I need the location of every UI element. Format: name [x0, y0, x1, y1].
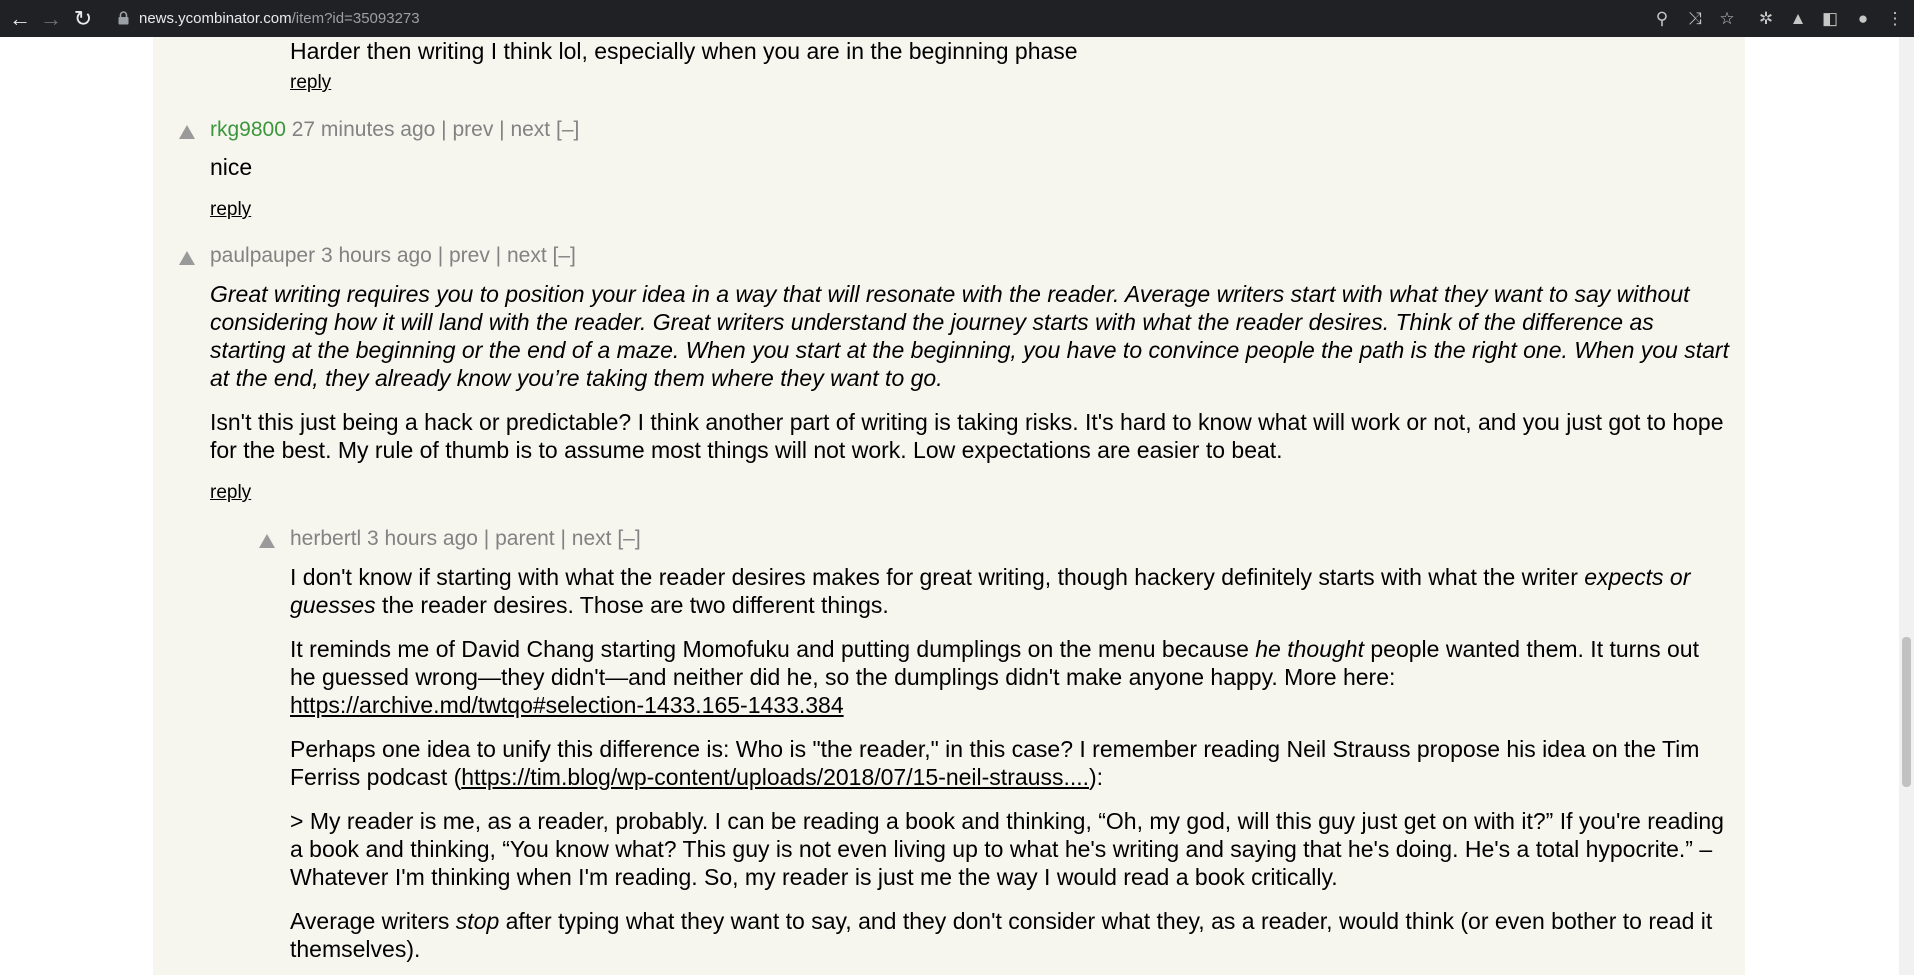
reply-link[interactable]: reply [210, 198, 251, 222]
text-span: I don't know if starting with what the r… [290, 564, 1585, 590]
text-span: the reader desires. Those are two differ… [375, 592, 889, 618]
comment-author[interactable]: paulpauper [210, 244, 315, 267]
parent-link[interactable]: parent [495, 527, 555, 550]
tim-blog-link[interactable]: https://tim.blog/wp-content/uploads/2018… [461, 764, 1089, 790]
comment-paragraph: I don't know if starting with what the r… [290, 563, 1729, 619]
comment-author[interactable]: rkg9800 [210, 118, 286, 141]
menu-kebab-icon[interactable]: ⋮ [1880, 0, 1910, 37]
lab-icon[interactable]: ▲ [1783, 0, 1813, 37]
scrollbar-thumb[interactable] [1902, 637, 1911, 787]
next-link[interactable]: next [507, 244, 547, 267]
text-span: after typing what they want to say, and … [290, 908, 1713, 962]
url-host: news.ycombinator.com [139, 10, 292, 27]
upvote-arrow-icon[interactable] [179, 125, 195, 139]
page-scrollbar[interactable] [1899, 37, 1914, 975]
comment-age[interactable]: 27 minutes ago [292, 118, 436, 141]
archive-link[interactable]: https://archive.md/twtqo#selection-1433.… [290, 692, 844, 718]
text-span: It reminds me of David Chang starting Mo… [290, 636, 1256, 662]
page-viewport: Harder then writing I think lol, especia… [0, 37, 1914, 975]
next-link[interactable]: next [572, 527, 612, 550]
zoom-icon[interactable]: ⚲ [1647, 0, 1677, 37]
comment-age[interactable]: 3 hours ago [321, 244, 432, 267]
comment-paragraph: It reminds me of David Chang starting Mo… [290, 635, 1729, 719]
comment-text: nice [210, 153, 1729, 181]
prev-link[interactable]: prev [449, 244, 490, 267]
comment-text: Great writing requires you to position y… [210, 280, 1729, 464]
comment-text: I don't know if starting with what the r… [290, 563, 1729, 963]
text-span: ): [1089, 764, 1104, 790]
emphasis-text: stop [455, 908, 500, 934]
comment-text: Harder then writing I think lol, especia… [290, 37, 1729, 65]
extensions-icon[interactable]: ✲ [1751, 0, 1781, 37]
comment-paragraph: Isn't this just being a hack or predicta… [210, 409, 1724, 463]
prev-link[interactable]: prev [452, 118, 493, 141]
comment-header: paulpauper 3 hours ago | prev | next [–] [210, 244, 576, 267]
side-panel-icon[interactable]: ◧ [1815, 0, 1845, 37]
comment-paragraph: Perhaps one idea to unify this differenc… [290, 735, 1729, 791]
reply-link[interactable]: reply [210, 481, 251, 505]
comment-header: rkg9800 27 minutes ago | prev | next [–] [210, 118, 580, 141]
comment-quote: > My reader is me, as a reader, probably… [290, 808, 1724, 890]
browser-toolbar: ← → ↻ news.ycombinator.com/item?id=35093… [0, 0, 1914, 37]
comment-paragraph: Average writers stop after typing what t… [290, 907, 1729, 963]
comment-age[interactable]: 3 hours ago [367, 527, 478, 550]
comment-paragraph: nice [210, 154, 253, 180]
collapse-toggle[interactable]: [–] [556, 118, 579, 141]
comment-header: herbertl 3 hours ago | parent | next [–] [290, 527, 641, 550]
url-path: /item?id=35093273 [291, 10, 420, 27]
address-bar[interactable]: news.ycombinator.com/item?id=35093273 [139, 0, 420, 37]
forward-icon[interactable]: → [35, 0, 67, 37]
comment-tree: Harder then writing I think lol, especia… [153, 37, 1745, 975]
lock-icon[interactable] [118, 11, 129, 25]
text-span: Average writers [290, 908, 456, 934]
next-link[interactable]: next [510, 118, 550, 141]
comment-author[interactable]: herbertl [290, 527, 361, 550]
back-icon[interactable]: ← [4, 0, 36, 37]
upvote-arrow-icon[interactable] [259, 534, 275, 548]
reply-link[interactable]: reply [290, 71, 331, 95]
collapse-toggle[interactable]: [–] [617, 527, 640, 550]
share-icon[interactable]: ⤨ [1680, 0, 1710, 37]
reload-icon[interactable]: ↻ [67, 0, 99, 37]
comment-paragraph: Harder then writing I think lol, especia… [290, 38, 1078, 64]
collapse-toggle[interactable]: [–] [553, 244, 576, 267]
profile-avatar-icon[interactable]: ● [1848, 0, 1878, 37]
bookmark-star-icon[interactable]: ☆ [1712, 0, 1742, 37]
upvote-arrow-icon[interactable] [179, 251, 195, 265]
emphasis-text: he thought [1255, 636, 1364, 662]
comment-paragraph: Great writing requires you to position y… [210, 281, 1729, 391]
